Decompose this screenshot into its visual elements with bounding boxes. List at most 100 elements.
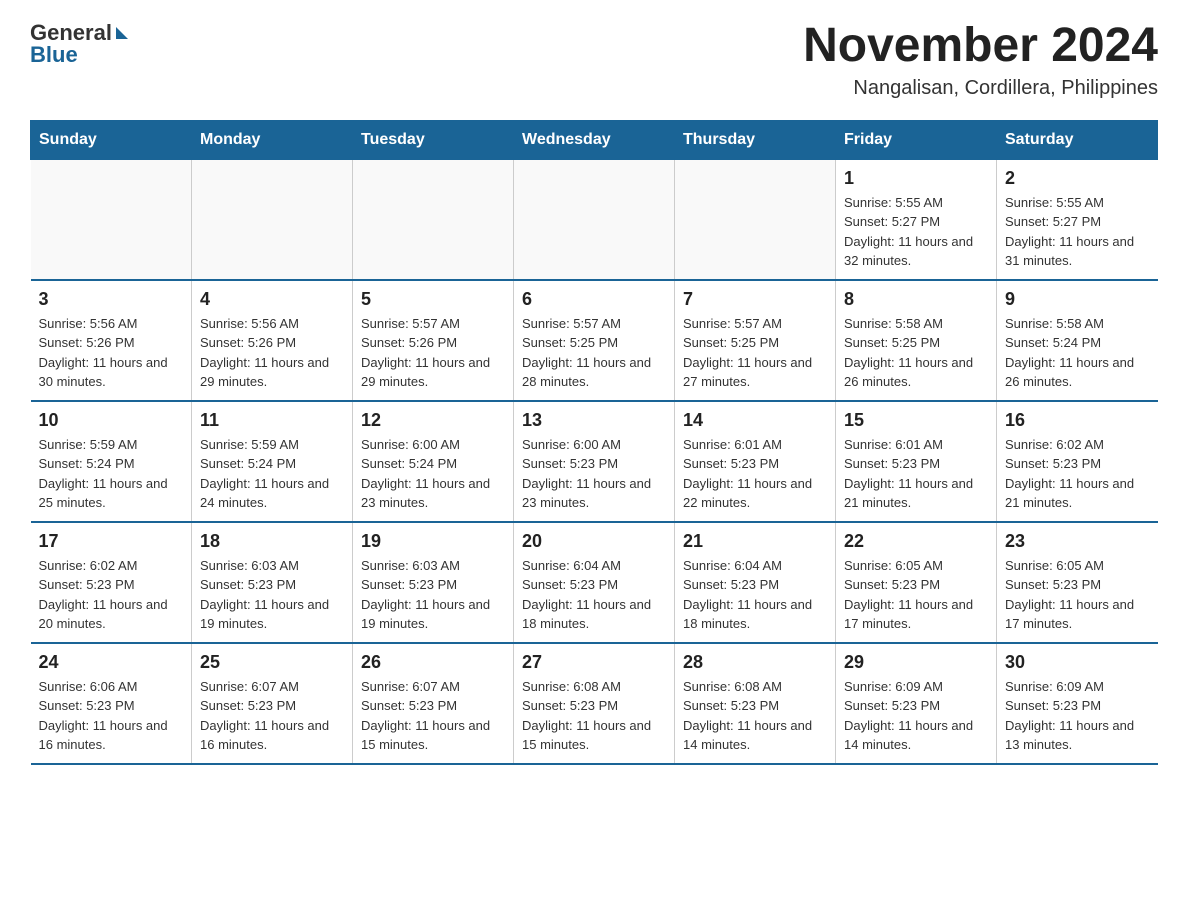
calendar-week-row: 24 Sunrise: 6:06 AMSunset: 5:23 PMDayligh… (31, 643, 1158, 764)
day-info: Sunrise: 5:57 AMSunset: 5:26 PMDaylight:… (361, 314, 505, 392)
calendar-day-cell: 1Sunrise: 5:55 AMSunset: 5:27 PMDaylight… (836, 159, 997, 280)
day-info: Sunrise: 6:01 AMSunset: 5:23 PMDaylight:… (844, 435, 988, 513)
calendar-day-cell: 29Sunrise: 6:09 AMSunset: 5:23 PMDayligh… (836, 643, 997, 764)
day-number: 2 (1005, 168, 1150, 189)
day-info: Sunrise: 5:59 AMSunset: 5:24 PMDaylight:… (39, 435, 184, 513)
day-number: 24 (39, 652, 184, 673)
calendar-day-cell: 10 Sunrise: 5:59 AMSunset: 5:24 PMDayligh… (31, 401, 192, 522)
day-info: Sunrise: 6:00 AMSunset: 5:23 PMDaylight:… (522, 435, 666, 513)
day-number: 4 (200, 289, 344, 310)
calendar-day-cell (353, 159, 514, 280)
day-info: Sunrise: 6:02 AMSunset: 5:23 PMDaylight:… (1005, 435, 1150, 513)
day-info: Sunrise: 6:06 AMSunset: 5:23 PMDaylight:… (39, 677, 184, 755)
day-info: Sunrise: 5:55 AMSunset: 5:27 PMDaylight:… (844, 193, 988, 271)
logo-arrow-icon (116, 27, 128, 39)
calendar-day-cell: 28Sunrise: 6:08 AMSunset: 5:23 PMDayligh… (675, 643, 836, 764)
day-info: Sunrise: 6:03 AMSunset: 5:23 PMDaylight:… (361, 556, 505, 634)
weekday-header-tuesday: Tuesday (353, 120, 514, 159)
day-number: 23 (1005, 531, 1150, 552)
calendar-day-cell: 17 Sunrise: 6:02 AMSunset: 5:23 PMDayligh… (31, 522, 192, 643)
calendar-day-cell: 22Sunrise: 6:05 AMSunset: 5:23 PMDayligh… (836, 522, 997, 643)
day-number: 27 (522, 652, 666, 673)
day-number: 14 (683, 410, 827, 431)
weekday-header-row: SundayMondayTuesdayWednesdayThursdayFrid… (31, 120, 1158, 159)
day-number: 25 (200, 652, 344, 673)
day-number: 12 (361, 410, 505, 431)
day-info: Sunrise: 6:02 AMSunset: 5:23 PMDaylight:… (39, 556, 184, 634)
day-info: Sunrise: 6:05 AMSunset: 5:23 PMDaylight:… (844, 556, 988, 634)
calendar-day-cell: 23 Sunrise: 6:05 AMSunset: 5:23 PMDayligh… (997, 522, 1158, 643)
calendar-day-cell: 26 Sunrise: 6:07 AMSunset: 5:23 PMDayligh… (353, 643, 514, 764)
day-number: 17 (39, 531, 184, 552)
calendar-day-cell: 19 Sunrise: 6:03 AMSunset: 5:23 PMDayligh… (353, 522, 514, 643)
weekday-header-sunday: Sunday (31, 120, 192, 159)
day-info: Sunrise: 6:09 AMSunset: 5:23 PMDaylight:… (1005, 677, 1150, 755)
calendar-header: SundayMondayTuesdayWednesdayThursdayFrid… (31, 120, 1158, 159)
calendar-day-cell (192, 159, 353, 280)
calendar-day-cell: 3 Sunrise: 5:56 AMSunset: 5:26 PMDaylight… (31, 280, 192, 401)
day-number: 11 (200, 410, 344, 431)
calendar-day-cell: 15 Sunrise: 6:01 AMSunset: 5:23 PMDayligh… (836, 401, 997, 522)
day-info: Sunrise: 6:07 AMSunset: 5:23 PMDaylight:… (200, 677, 344, 755)
day-number: 15 (844, 410, 988, 431)
calendar-day-cell (675, 159, 836, 280)
day-number: 19 (361, 531, 505, 552)
day-info: Sunrise: 5:56 AMSunset: 5:26 PMDaylight:… (39, 314, 184, 392)
calendar-day-cell (31, 159, 192, 280)
day-number: 7 (683, 289, 827, 310)
calendar-day-cell: 5Sunrise: 5:57 AMSunset: 5:26 PMDaylight… (353, 280, 514, 401)
day-info: Sunrise: 5:55 AMSunset: 5:27 PMDaylight:… (1005, 193, 1150, 271)
day-number: 13 (522, 410, 666, 431)
calendar-day-cell: 30 Sunrise: 6:09 AMSunset: 5:23 PMDayligh… (997, 643, 1158, 764)
day-info: Sunrise: 6:04 AMSunset: 5:23 PMDaylight:… (683, 556, 827, 634)
day-info: Sunrise: 6:03 AMSunset: 5:23 PMDaylight:… (200, 556, 344, 634)
day-info: Sunrise: 5:58 AMSunset: 5:24 PMDaylight:… (1005, 314, 1150, 392)
calendar-day-cell: 4 Sunrise: 5:56 AMSunset: 5:26 PMDaylight… (192, 280, 353, 401)
day-number: 26 (361, 652, 505, 673)
day-info: Sunrise: 6:05 AMSunset: 5:23 PMDaylight:… (1005, 556, 1150, 634)
logo-blue-text: Blue (30, 42, 78, 68)
weekday-header-thursday: Thursday (675, 120, 836, 159)
calendar-day-cell (514, 159, 675, 280)
day-number: 3 (39, 289, 184, 310)
calendar-day-cell: 2 Sunrise: 5:55 AMSunset: 5:27 PMDaylight… (997, 159, 1158, 280)
day-info: Sunrise: 6:00 AMSunset: 5:24 PMDaylight:… (361, 435, 505, 513)
calendar-day-cell: 20Sunrise: 6:04 AMSunset: 5:23 PMDayligh… (514, 522, 675, 643)
day-info: Sunrise: 5:59 AMSunset: 5:24 PMDaylight:… (200, 435, 344, 513)
calendar-week-row: 1Sunrise: 5:55 AMSunset: 5:27 PMDaylight… (31, 159, 1158, 280)
calendar-day-cell: 11 Sunrise: 5:59 AMSunset: 5:24 PMDayligh… (192, 401, 353, 522)
day-info: Sunrise: 5:57 AMSunset: 5:25 PMDaylight:… (522, 314, 666, 392)
logo: General Blue (30, 20, 128, 68)
calendar-week-row: 3 Sunrise: 5:56 AMSunset: 5:26 PMDaylight… (31, 280, 1158, 401)
weekday-header-monday: Monday (192, 120, 353, 159)
page-header: General Blue November 2024 Nangalisan, C… (30, 20, 1158, 100)
day-number: 21 (683, 531, 827, 552)
day-info: Sunrise: 6:07 AMSunset: 5:23 PMDaylight:… (361, 677, 505, 755)
page-title: November 2024 (803, 20, 1158, 73)
calendar-table: SundayMondayTuesdayWednesdayThursdayFrid… (30, 120, 1158, 765)
calendar-day-cell: 14 Sunrise: 6:01 AMSunset: 5:23 PMDayligh… (675, 401, 836, 522)
day-number: 9 (1005, 289, 1150, 310)
day-number: 20 (522, 531, 666, 552)
calendar-day-cell: 6Sunrise: 5:57 AMSunset: 5:25 PMDaylight… (514, 280, 675, 401)
calendar-day-cell: 16Sunrise: 6:02 AMSunset: 5:23 PMDayligh… (997, 401, 1158, 522)
weekday-header-wednesday: Wednesday (514, 120, 675, 159)
day-info: Sunrise: 5:56 AMSunset: 5:26 PMDaylight:… (200, 314, 344, 392)
calendar-day-cell: 18Sunrise: 6:03 AMSunset: 5:23 PMDayligh… (192, 522, 353, 643)
calendar-day-cell: 12 Sunrise: 6:00 AMSunset: 5:24 PMDayligh… (353, 401, 514, 522)
calendar-day-cell: 9 Sunrise: 5:58 AMSunset: 5:24 PMDaylight… (997, 280, 1158, 401)
title-area: November 2024 Nangalisan, Cordillera, Ph… (803, 20, 1158, 100)
day-number: 10 (39, 410, 184, 431)
calendar-day-cell: 27Sunrise: 6:08 AMSunset: 5:23 PMDayligh… (514, 643, 675, 764)
day-number: 30 (1005, 652, 1150, 673)
day-info: Sunrise: 5:58 AMSunset: 5:25 PMDaylight:… (844, 314, 988, 392)
calendar-body: 1Sunrise: 5:55 AMSunset: 5:27 PMDaylight… (31, 159, 1158, 764)
calendar-day-cell: 13 Sunrise: 6:00 AMSunset: 5:23 PMDayligh… (514, 401, 675, 522)
calendar-week-row: 17 Sunrise: 6:02 AMSunset: 5:23 PMDayligh… (31, 522, 1158, 643)
day-info: Sunrise: 6:01 AMSunset: 5:23 PMDaylight:… (683, 435, 827, 513)
day-info: Sunrise: 5:57 AMSunset: 5:25 PMDaylight:… (683, 314, 827, 392)
day-number: 28 (683, 652, 827, 673)
calendar-day-cell: 8Sunrise: 5:58 AMSunset: 5:25 PMDaylight… (836, 280, 997, 401)
day-number: 29 (844, 652, 988, 673)
calendar-day-cell: 7 Sunrise: 5:57 AMSunset: 5:25 PMDaylight… (675, 280, 836, 401)
